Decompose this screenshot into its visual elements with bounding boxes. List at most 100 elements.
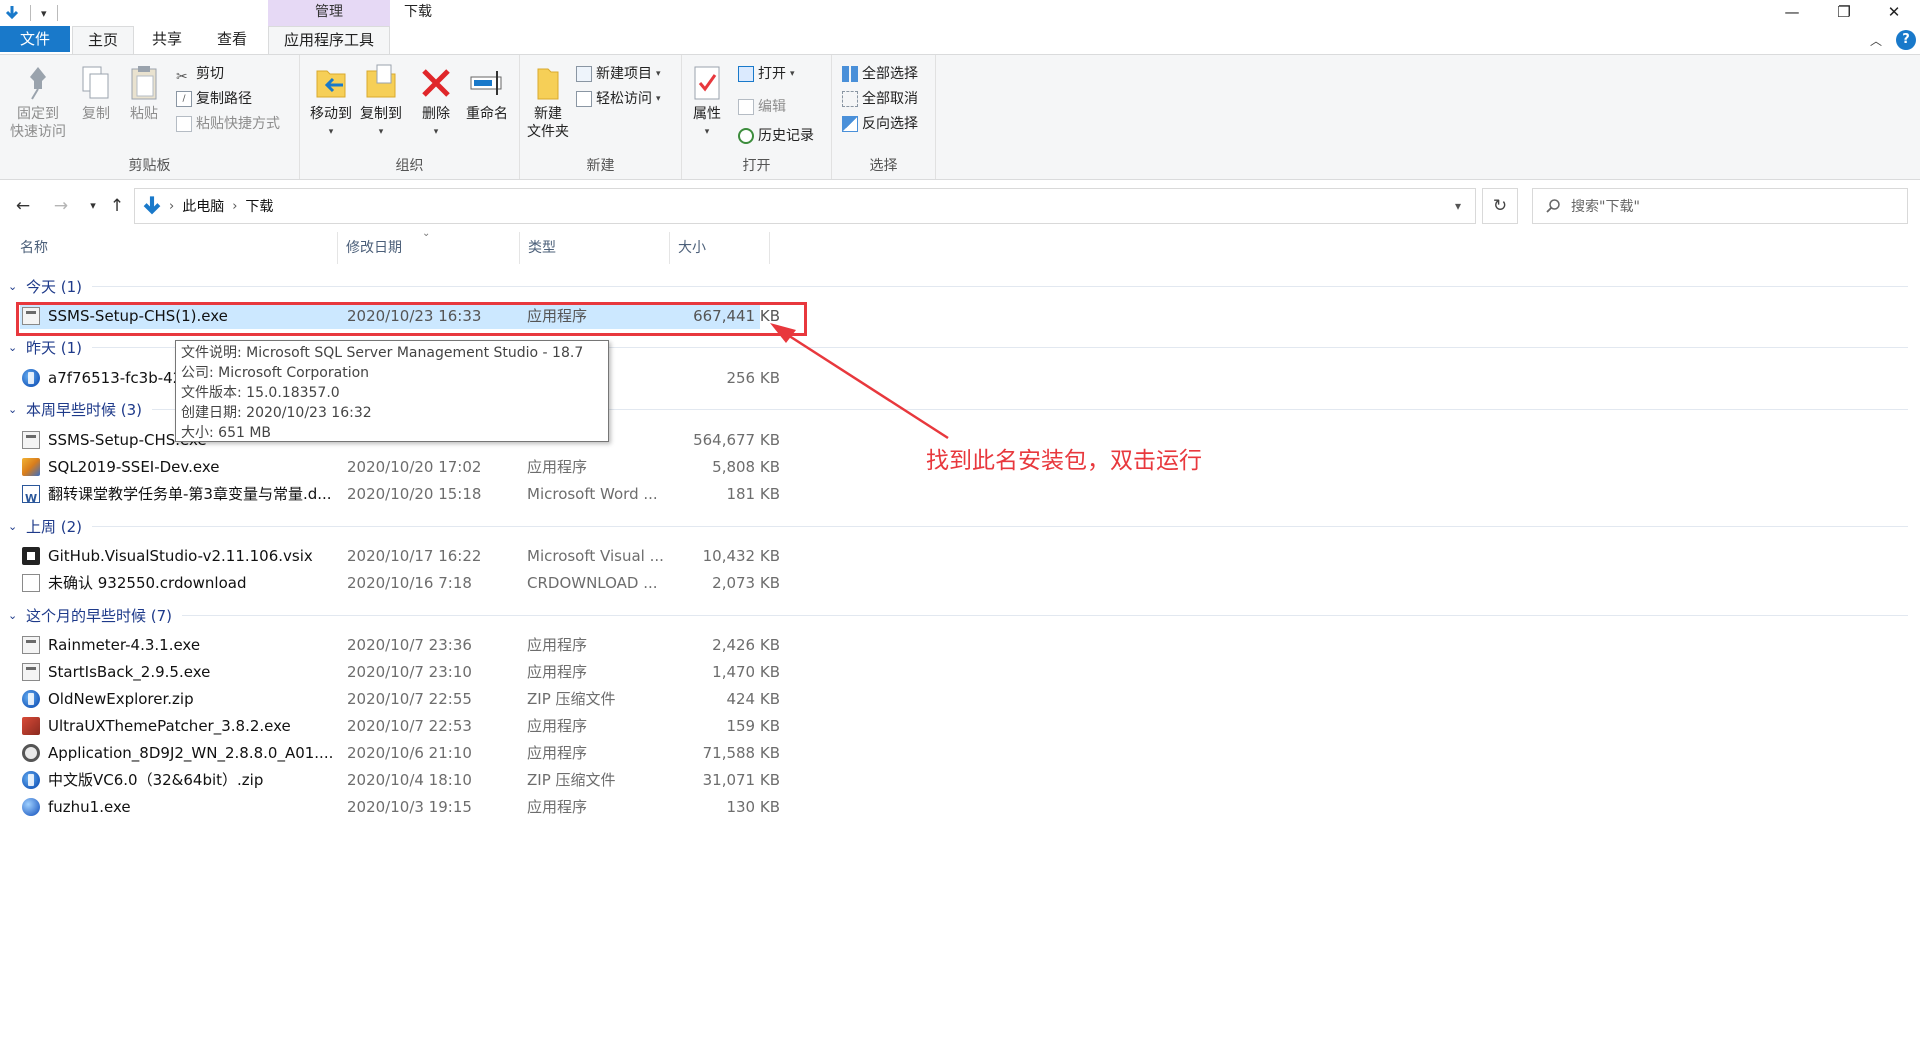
easy-access-button[interactable]: 轻松访问 ▾	[576, 88, 661, 110]
address-bar[interactable]: › 此电脑 › 下载 ▾	[134, 188, 1476, 224]
search-input[interactable]: 搜索"下载"	[1532, 188, 1908, 224]
copy-path-button[interactable]: / 复制路径	[176, 88, 252, 110]
file-name: Rainmeter-4.3.1.exe	[48, 636, 201, 654]
breadcrumb-downloads[interactable]: 下载	[237, 196, 281, 216]
tab-application-tools[interactable]: 应用程序工具	[268, 26, 390, 54]
paste-shortcut-label: 粘贴快捷方式	[196, 116, 280, 132]
invert-selection-label: 反向选择	[862, 116, 918, 132]
maximize-button[interactable]: ❐	[1818, 0, 1870, 26]
select-all-label: 全部选择	[862, 66, 918, 82]
window-title: 下载	[404, 4, 432, 20]
forward-arrow-icon[interactable]: →	[48, 193, 74, 219]
file-type: Microsoft Word ...	[527, 485, 658, 503]
open-icon	[738, 66, 754, 82]
group-header-earlier-this-month[interactable]: ⌄ 这个月的早些时候 (7)	[8, 604, 1908, 626]
zip-archive-icon	[22, 771, 40, 789]
minimize-button[interactable]: —	[1766, 0, 1818, 26]
file-type: 应用程序	[527, 458, 588, 476]
copy-to-button[interactable]: 复制到 ▾	[356, 63, 406, 141]
move-to-icon	[313, 63, 349, 103]
properties-label: 属性	[693, 106, 721, 122]
file-row[interactable]: StartIsBack_2.9.5.exe 2020/10/7 23:10 应用…	[20, 659, 780, 685]
collapse-ribbon-icon[interactable]: ︿	[1870, 32, 1882, 49]
copy-button[interactable]: 复制	[76, 63, 116, 123]
file-row[interactable]: Application_8D9J2_WN_2.8.8.0_A01.... 202…	[20, 740, 780, 766]
new-item-button[interactable]: 新建项目 ▾	[576, 63, 661, 85]
download-folder-icon[interactable]	[4, 5, 20, 21]
recent-locations-chevron-icon[interactable]: ▾	[80, 193, 106, 219]
group-header-last-week[interactable]: ⌄ 上周 (2)	[8, 515, 1908, 537]
file-row[interactable]: Rainmeter-4.3.1.exe 2020/10/7 23:36 应用程序…	[20, 632, 780, 658]
new-folder-label-line1: 新建	[534, 106, 562, 122]
column-header-type[interactable]: 类型	[520, 232, 670, 264]
breadcrumb-this-pc[interactable]: 此电脑	[174, 196, 232, 216]
open-group: 属性 ▾ 打开 ▾ 编辑 历史记录 打开	[682, 55, 832, 179]
new-item-icon	[576, 66, 592, 82]
file-type: ZIP 压缩文件	[527, 690, 616, 708]
file-name: SQL2019-SSEI-Dev.exe	[48, 458, 220, 476]
delete-button[interactable]: 删除 ▾	[416, 63, 456, 141]
context-header-manage: 管理	[268, 0, 390, 26]
invert-selection-button[interactable]: 反向选择	[842, 113, 918, 135]
copy-to-label: 复制到	[360, 106, 402, 122]
file-row[interactable]: 未确认 932550.crdownload 2020/10/16 7:18 CR…	[20, 570, 780, 596]
refresh-icon[interactable]: ↻	[1482, 188, 1518, 224]
customize-toolbar-icon[interactable]: ▾	[41, 7, 47, 20]
file-row[interactable]: fuzhu1.exe 2020/10/3 19:15 应用程序 130 KB	[20, 794, 780, 820]
file-date: 2020/10/4 18:10	[347, 771, 472, 789]
collapse-chevron-icon: ⌄	[8, 340, 18, 354]
pin-quick-access-button[interactable]: 固定到 快速访问	[6, 63, 70, 141]
select-none-icon	[842, 91, 858, 107]
up-arrow-icon[interactable]: ↑	[104, 193, 130, 219]
collapse-chevron-icon: ⌄	[8, 519, 18, 533]
history-button[interactable]: 历史记录	[738, 125, 814, 147]
help-icon[interactable]: ?	[1896, 30, 1916, 50]
paste-shortcut-button[interactable]: 粘贴快捷方式	[176, 113, 280, 135]
properties-button[interactable]: 属性 ▾	[688, 63, 726, 141]
copy-to-dropdown-icon: ▾	[378, 127, 384, 137]
file-row[interactable]: SQL2019-SSEI-Dev.exe 2020/10/20 17:02 应用…	[20, 454, 780, 480]
tab-view[interactable]: 查看	[202, 26, 262, 54]
select-none-button[interactable]: 全部取消	[842, 88, 918, 110]
file-name: Application_8D9J2_WN_2.8.8.0_A01....	[48, 744, 334, 762]
file-row[interactable]: GitHub.VisualStudio-v2.11.106.vsix 2020/…	[20, 543, 780, 569]
file-date: 2020/10/7 22:53	[347, 717, 472, 735]
address-dropdown-icon[interactable]: ▾	[1443, 189, 1473, 223]
tooltip-created: 创建日期: 2020/10/23 16:32	[181, 405, 372, 421]
file-type: 应用程序	[527, 744, 588, 762]
tab-file[interactable]: 文件	[0, 26, 70, 52]
column-header-size[interactable]: 大小	[670, 232, 770, 264]
group-divider	[92, 285, 1908, 287]
open-button[interactable]: 打开 ▾	[738, 63, 795, 85]
easy-access-label: 轻松访问	[596, 91, 652, 107]
rename-button[interactable]: 重命名	[460, 63, 514, 123]
edit-button[interactable]: 编辑	[738, 96, 786, 118]
blank-file-icon	[22, 574, 40, 592]
history-clock-icon	[738, 128, 754, 144]
delete-x-icon	[418, 63, 454, 103]
history-label: 历史记录	[758, 128, 814, 144]
file-row[interactable]: 中文版VC6.0（32&64bit）.zip 2020/10/4 18:10 Z…	[20, 767, 780, 793]
organize-group: 移动到 ▾ 复制到 ▾ 删除 ▾ 重命名 组织	[300, 55, 520, 179]
group-label: 本周早些时候 (3)	[26, 400, 143, 419]
move-to-button[interactable]: 移动到 ▾	[306, 63, 356, 141]
select-all-button[interactable]: 全部选择	[842, 63, 918, 85]
paste-button[interactable]: 粘贴	[124, 63, 164, 123]
tab-share[interactable]: 共享	[138, 26, 196, 54]
column-header-name[interactable]: 名称	[12, 232, 338, 264]
file-row[interactable]: OldNewExplorer.zip 2020/10/7 22:55 ZIP 压…	[20, 686, 780, 712]
tab-home[interactable]: 主页	[72, 26, 134, 54]
file-row[interactable]: 翻转课堂教学任务单-第3章变量与常量.d... 2020/10/20 15:18…	[20, 481, 780, 507]
file-date: 2020/10/7 22:55	[347, 690, 472, 708]
vsix-package-icon	[22, 547, 40, 565]
back-arrow-icon[interactable]: ←	[10, 193, 36, 219]
file-size: 10,432 KB	[702, 547, 780, 565]
toolbar-divider	[30, 5, 31, 21]
file-type: Microsoft Visual ...	[527, 547, 664, 565]
new-folder-button[interactable]: 新建 文件夹	[526, 63, 570, 141]
file-size: 130 KB	[726, 798, 780, 816]
close-button[interactable]: ✕	[1868, 0, 1920, 26]
group-header-today[interactable]: ⌄ 今天 (1)	[8, 275, 1908, 297]
file-row[interactable]: UltraUXThemePatcher_3.8.2.exe 2020/10/7 …	[20, 713, 780, 739]
cut-button[interactable]: ✂ 剪切	[176, 63, 224, 85]
